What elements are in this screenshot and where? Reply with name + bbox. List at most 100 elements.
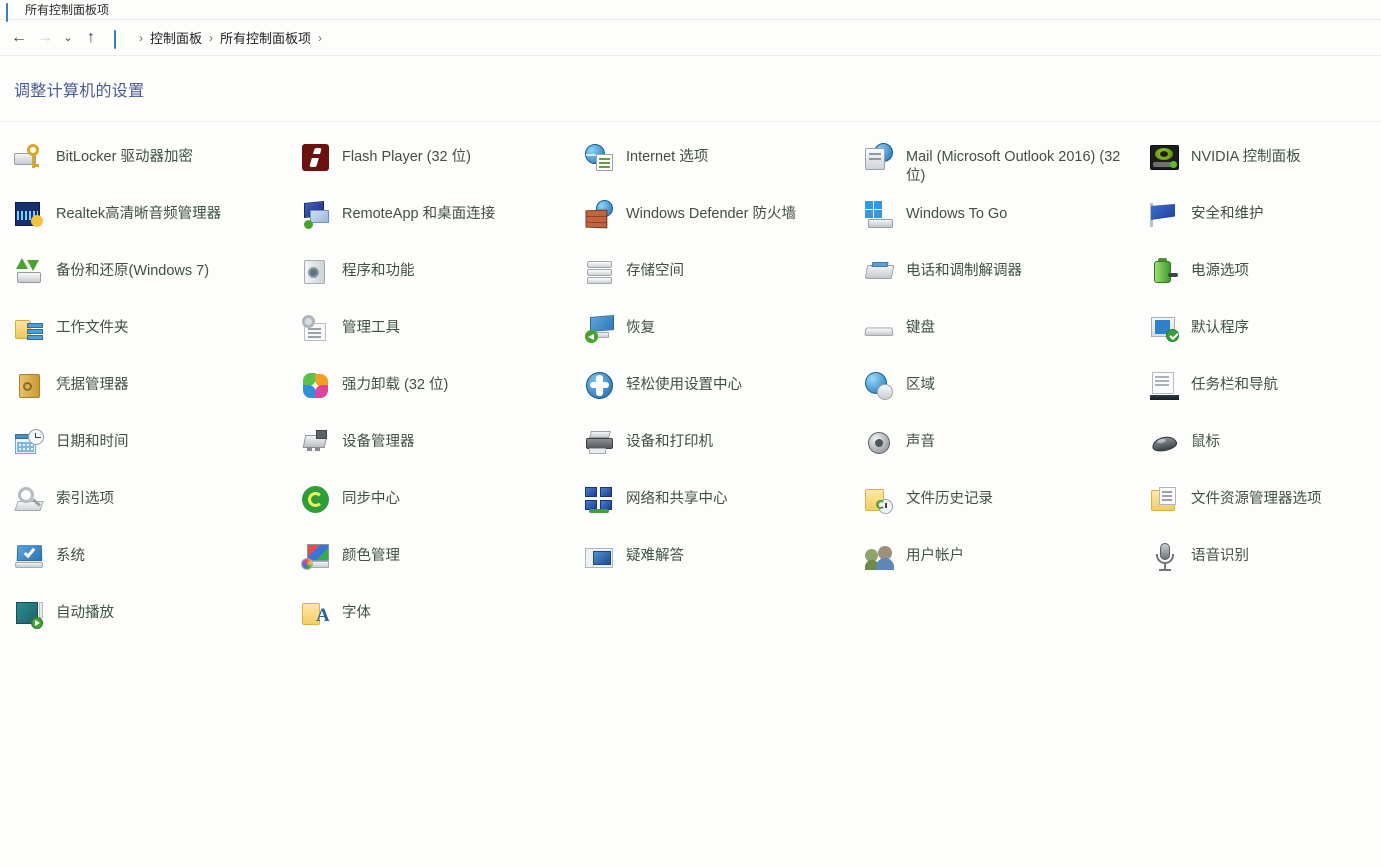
control-panel-item[interactable]: 文件历史记录 [855, 479, 1140, 536]
item-label: 自动播放 [56, 598, 114, 623]
control-panel-item[interactable]: 区域 [855, 365, 1140, 422]
item-label: Internet 选项 [626, 142, 708, 167]
control-panel-item[interactable]: 程序和功能 [290, 251, 575, 308]
control-panel-item[interactable]: 凭据管理器 [0, 365, 290, 422]
item-label: 强力卸载 (32 位) [342, 370, 448, 395]
control-panel-item[interactable]: 管理工具 [290, 308, 575, 365]
autoplay-icon [14, 598, 46, 630]
control-panel-item[interactable]: 键盘 [855, 308, 1140, 365]
item-label: 语音识别 [1191, 541, 1249, 566]
internet-options-icon [584, 142, 616, 174]
control-panel-item[interactable]: 语音识别 [1140, 536, 1381, 593]
control-panel-item[interactable]: 安全和维护 [1140, 194, 1381, 251]
admin-tools-icon [300, 313, 332, 345]
breadcrumb[interactable]: › 控制面板 › 所有控制面板项 › [110, 25, 1381, 51]
control-panel-item[interactable]: Flash Player (32 位) [290, 137, 575, 194]
item-label: 键盘 [906, 313, 935, 338]
control-panel-icon [6, 4, 20, 16]
default-programs-icon [1149, 313, 1181, 345]
control-panel-item[interactable]: BitLocker 驱动器加密 [0, 137, 290, 194]
devices-printers-icon [584, 427, 616, 459]
item-label: 设备管理器 [342, 427, 415, 452]
keyboard-icon [864, 313, 896, 345]
control-panel-item[interactable]: Windows To Go [855, 194, 1140, 251]
programs-features-icon [300, 256, 332, 288]
control-panel-item[interactable]: 索引选项 [0, 479, 290, 536]
control-panel-item[interactable]: 设备和打印机 [575, 422, 855, 479]
control-panel-item[interactable]: 默认程序 [1140, 308, 1381, 365]
speech-recognition-icon [1149, 541, 1181, 573]
control-panel-item[interactable]: 鼠标 [1140, 422, 1381, 479]
mail-icon [864, 142, 896, 174]
control-panel-item[interactable]: 颜色管理 [290, 536, 575, 593]
control-panel-item[interactable]: 任务栏和导航 [1140, 365, 1381, 422]
control-panel-item[interactable]: RemoteApp 和桌面连接 [290, 194, 575, 251]
breadcrumb-item-all-items[interactable]: 所有控制面板项 [220, 28, 311, 47]
control-panel-item[interactable]: 轻松使用设置中心 [575, 365, 855, 422]
control-panel-item[interactable]: 恢复 [575, 308, 855, 365]
control-panel-item[interactable]: 备份和还原(Windows 7) [0, 251, 290, 308]
control-panel-item[interactable]: 电话和调制解调器 [855, 251, 1140, 308]
control-panel-item[interactable]: 强力卸载 (32 位) [290, 365, 575, 422]
control-panel-item[interactable]: 电源选项 [1140, 251, 1381, 308]
item-label: 区域 [906, 370, 935, 395]
control-panel-item[interactable]: 声音 [855, 422, 1140, 479]
control-panel-item[interactable]: 存储空间 [575, 251, 855, 308]
control-panel-item[interactable]: A 字体 [290, 593, 575, 650]
color-management-icon [300, 541, 332, 573]
item-label: 疑难解答 [626, 541, 684, 566]
system-icon [14, 541, 46, 573]
forward-button[interactable]: → [32, 25, 58, 51]
address-bar: ← → ⌄ ↑ › 控制面板 › 所有控制面板项 › [0, 20, 1381, 56]
control-panel-item[interactable]: Realtek高清晰音频管理器 [0, 194, 290, 251]
control-panel-item[interactable]: NVIDIA 控制面板 [1140, 137, 1381, 194]
item-label: 声音 [906, 427, 935, 452]
up-button[interactable]: ↑ [78, 25, 104, 51]
phone-modem-icon [864, 256, 896, 288]
backup-restore-icon [14, 256, 46, 288]
item-label: 安全和维护 [1191, 199, 1264, 224]
item-label: 设备和打印机 [626, 427, 713, 452]
item-row: BitLocker 驱动器加密 Flash Player (32 位) Inte… [0, 137, 1381, 194]
control-panel-item[interactable]: 网络和共享中心 [575, 479, 855, 536]
taskbar-navigation-icon [1149, 370, 1181, 402]
page-heading-area: 调整计算机的设置 [0, 56, 1381, 122]
control-panel-item[interactable]: 工作文件夹 [0, 308, 290, 365]
item-label: 同步中心 [342, 484, 400, 509]
control-panel-item[interactable]: 设备管理器 [290, 422, 575, 479]
control-panel-item[interactable]: 疑难解答 [575, 536, 855, 593]
control-panel-item[interactable]: Windows Defender 防火墙 [575, 194, 855, 251]
breadcrumb-separator-1: › [202, 31, 220, 45]
item-row: 系统 颜色管理 疑难解答 用户帐户 [0, 536, 1381, 593]
control-panel-item[interactable]: 系统 [0, 536, 290, 593]
uninstaller-icon [300, 370, 332, 402]
flash-player-icon [300, 142, 332, 174]
item-label: 备份和还原(Windows 7) [56, 256, 209, 281]
window-title: 所有控制面板项 [25, 4, 109, 16]
item-label: Windows To Go [906, 199, 1007, 224]
breadcrumb-item-control-panel[interactable]: 控制面板 [150, 28, 202, 47]
breadcrumb-separator-2[interactable]: › [311, 31, 329, 45]
mouse-icon [1149, 427, 1181, 459]
item-label: 默认程序 [1191, 313, 1249, 338]
control-panel-item[interactable]: 同步中心 [290, 479, 575, 536]
item-row: 工作文件夹 管理工具 恢复 键盘 [0, 308, 1381, 365]
control-panel-item[interactable]: Mail (Microsoft Outlook 2016) (32 位) [855, 137, 1140, 194]
item-label: RemoteApp 和桌面连接 [342, 199, 495, 224]
recent-locations-button[interactable]: ⌄ [58, 25, 78, 51]
sync-center-icon [300, 484, 332, 516]
realtek-audio-icon [14, 199, 46, 231]
control-panel-item[interactable]: 文件资源管理器选项 [1140, 479, 1381, 536]
control-panel-item[interactable]: 用户帐户 [855, 536, 1140, 593]
control-panel-item[interactable]: Internet 选项 [575, 137, 855, 194]
item-label: 字体 [342, 598, 371, 623]
item-label: 用户帐户 [906, 541, 964, 566]
control-panel-item[interactable]: 自动播放 [0, 593, 290, 650]
device-manager-icon [300, 427, 332, 459]
item-row: 备份和还原(Windows 7) 程序和功能 存储空间 [0, 251, 1381, 308]
control-panel-item[interactable]: 日期和时间 [0, 422, 290, 479]
ease-of-access-icon [584, 370, 616, 402]
item-label: Windows Defender 防火墙 [626, 199, 796, 224]
back-button[interactable]: ← [6, 25, 32, 51]
indexing-options-icon [14, 484, 46, 516]
